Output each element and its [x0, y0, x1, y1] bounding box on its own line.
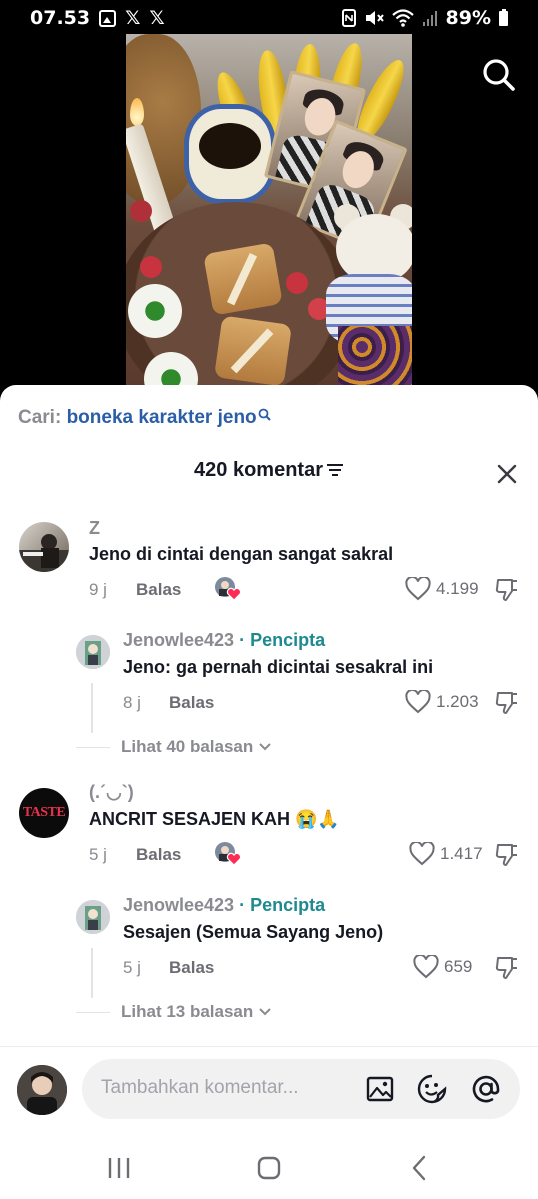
dislike-icon[interactable]: [495, 577, 519, 603]
view-replies-button[interactable]: Lihat 13 balasan: [121, 1002, 272, 1022]
creator-liked-badge: [215, 842, 242, 866]
like-count: 4.199: [436, 579, 479, 598]
like-button[interactable]: 1.203: [405, 690, 479, 714]
video-preview[interactable]: [126, 34, 412, 386]
comment-input-placeholder: Tambahkan komentar...: [101, 1077, 299, 1098]
reply-username[interactable]: Jenowlee423 · Pencipta: [123, 630, 325, 651]
x-logo-icon: 𝕏: [125, 6, 141, 29]
mention-icon[interactable]: [470, 1073, 502, 1105]
dislike-icon[interactable]: [495, 955, 519, 981]
status-bar: 07.53 𝕏 𝕏 89%: [0, 0, 538, 36]
avatar[interactable]: [17, 1065, 67, 1115]
x-logo-icon: 𝕏: [149, 6, 165, 29]
heart-icon: [413, 955, 439, 979]
reply-button[interactable]: Balas: [169, 693, 214, 713]
reply-username[interactable]: Jenowlee423 · Pencipta: [123, 895, 325, 916]
like-count: 659: [444, 957, 473, 976]
like-button[interactable]: 1.417: [409, 842, 483, 866]
battery-percent: 89%: [445, 7, 491, 29]
reply-time: 5 j: [123, 958, 141, 977]
dislike-icon[interactable]: [495, 842, 519, 868]
related-search[interactable]: Cari: boneka karakter jeno: [18, 407, 271, 429]
thread-divider: [76, 747, 110, 748]
like-count: 1.203: [436, 692, 479, 711]
sort-filter-icon[interactable]: [326, 463, 344, 477]
comment-text: Jeno di cintai dengan sangat sakral: [89, 544, 394, 564]
like-button[interactable]: 4.199: [405, 577, 479, 601]
search-icon[interactable]: [482, 58, 516, 92]
comment-time: 9 j: [89, 580, 107, 599]
comment-time: 5 j: [89, 845, 107, 864]
comment-username[interactable]: (.´◡`): [89, 782, 134, 803]
avatar[interactable]: TASTE: [19, 788, 69, 838]
thread-divider: [76, 1012, 110, 1013]
avatar[interactable]: [76, 900, 110, 934]
reply-time: 8 j: [123, 693, 141, 712]
image-icon: [99, 9, 117, 27]
wifi-icon: [391, 9, 414, 27]
comment-input[interactable]: Tambahkan komentar...: [82, 1059, 520, 1119]
home-icon[interactable]: [254, 1153, 284, 1183]
reply-username-text[interactable]: Jenowlee423: [123, 630, 234, 650]
signal-icon: [422, 11, 437, 26]
comment-username[interactable]: Z: [89, 518, 100, 539]
view-replies-label: Lihat 13 balasan: [121, 1002, 254, 1021]
search-icon: [258, 408, 271, 421]
reply-button[interactable]: Balas: [136, 845, 181, 865]
creator-liked-badge: [215, 577, 242, 601]
mute-icon: [365, 11, 384, 25]
heart-icon: [405, 577, 431, 601]
status-time: 07.53: [30, 7, 91, 29]
avatar[interactable]: [76, 635, 110, 669]
comments-sheet: Cari: boneka karakter jeno 420 komentar …: [0, 385, 538, 1199]
related-search-term[interactable]: boneka karakter jeno: [67, 407, 257, 428]
system-nav-bar: [0, 1135, 538, 1199]
back-icon[interactable]: [405, 1153, 435, 1183]
chevron-down-icon: [259, 743, 271, 751]
recent-apps-icon[interactable]: [104, 1153, 134, 1183]
composer-divider: [0, 1046, 538, 1047]
comment-count-title: 420 komentar: [194, 459, 323, 481]
close-icon[interactable]: [496, 463, 518, 485]
reply-username-text[interactable]: Jenowlee423: [123, 895, 234, 915]
dislike-icon[interactable]: [495, 690, 519, 716]
comments-header: 420 komentar: [0, 459, 538, 489]
reply-button[interactable]: Balas: [136, 580, 181, 600]
heart-icon: [409, 842, 435, 866]
reply-text: Jeno: ga pernah dicintai sesakral ini: [123, 657, 434, 677]
image-icon[interactable]: [364, 1073, 396, 1105]
avatar-logo-text: TASTE: [22, 805, 66, 820]
thread-line: [91, 948, 93, 998]
like-button[interactable]: 659: [413, 955, 472, 979]
heart-icon: [405, 690, 431, 714]
chevron-down-icon: [259, 1008, 271, 1016]
view-replies-label: Lihat 40 balasan: [121, 737, 254, 756]
nfc-icon: [341, 9, 356, 27]
thread-line: [91, 683, 93, 733]
like-count: 1.417: [440, 844, 483, 863]
reply-button[interactable]: Balas: [169, 958, 214, 978]
view-replies-button[interactable]: Lihat 40 balasan: [121, 737, 272, 757]
avatar[interactable]: [19, 522, 69, 572]
creator-badge: · Pencipta: [239, 630, 326, 650]
emoji-icon[interactable]: [416, 1073, 448, 1105]
battery-icon: [499, 8, 508, 26]
creator-badge: · Pencipta: [239, 895, 326, 915]
reply-text: Sesajen (Semua Sayang Jeno): [123, 922, 384, 942]
related-search-label: Cari:: [18, 407, 62, 428]
comment-text: ANCRIT SESAJEN KAH 😭🙏: [89, 809, 340, 829]
